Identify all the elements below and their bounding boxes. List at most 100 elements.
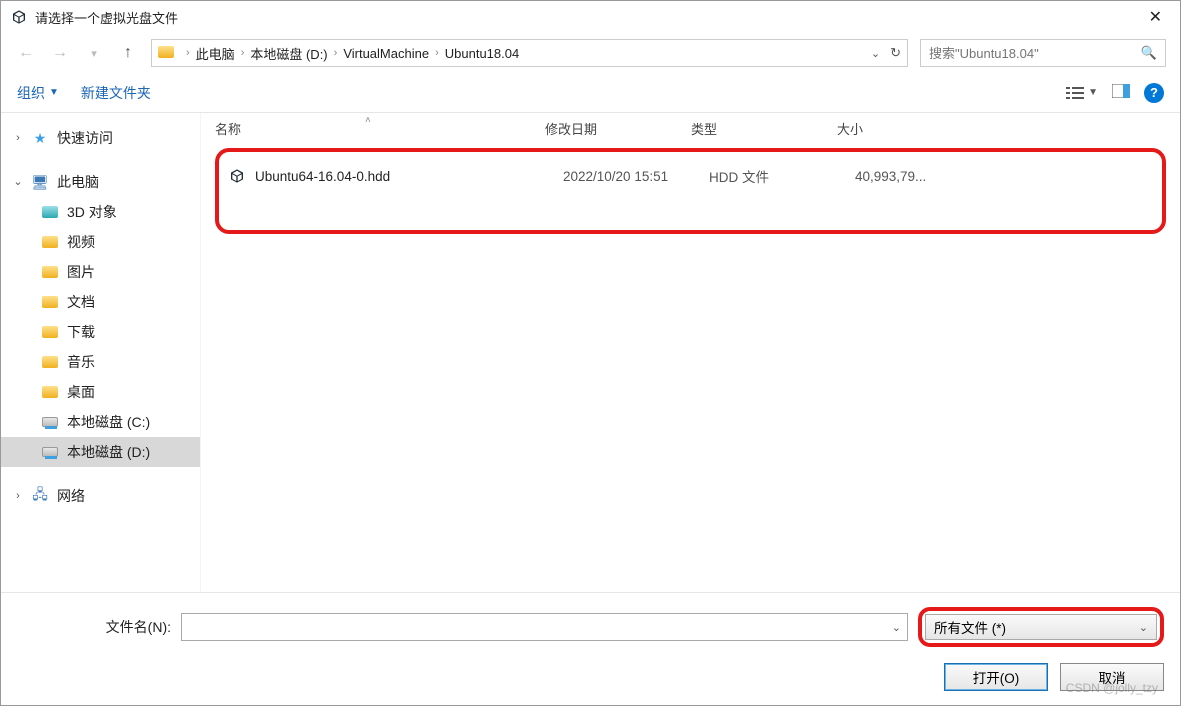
sidebar-label: 本地磁盘 (C:)	[67, 412, 150, 432]
app-cube-icon	[11, 9, 27, 25]
filetype-label: 所有文件 (*)	[934, 617, 1006, 637]
file-row[interactable]: Ubuntu64-16.04-0.hdd 2022/10/20 15:51 HD…	[227, 162, 1154, 190]
drive-icon	[41, 415, 59, 429]
sidebar-label: 快速访问	[57, 128, 113, 148]
organize-button[interactable]: 组织 ▼	[17, 83, 59, 103]
file-date: 2022/10/20 15:51	[563, 169, 709, 184]
file-list-pane: 名称 ˄ 修改日期 类型 大小 Ubuntu64-16.04-0.hdd 202…	[201, 113, 1180, 592]
sidebar-label: 3D 对象	[67, 202, 117, 222]
footer: 文件名(N): ⌄ 所有文件 (*) ⌄ 打开(O) 取消 CSDN @joll…	[1, 592, 1180, 705]
search-box[interactable]: 🔍	[920, 39, 1166, 67]
filename-row: 文件名(N): ⌄ 所有文件 (*) ⌄	[17, 607, 1164, 647]
breadcrumb-sep-icon: ›	[241, 47, 245, 59]
folder-icon	[41, 355, 59, 369]
sidebar-item-downloads[interactable]: 下载	[1, 317, 200, 347]
sidebar-label: 音乐	[67, 352, 95, 372]
sidebar-label: 图片	[67, 262, 95, 282]
address-folder-icon	[158, 46, 174, 61]
breadcrumb-sep-icon: ›	[334, 47, 338, 59]
view-options-icon[interactable]: ▼	[1066, 86, 1098, 100]
sidebar-item-music[interactable]: 音乐	[1, 347, 200, 377]
folder-icon	[41, 235, 59, 249]
search-icon[interactable]: 🔍	[1141, 45, 1157, 61]
sidebar: › ★ 快速访问 ⌄ 🖥 此电脑 3D 对象 视频	[1, 113, 201, 592]
sidebar-item-drive-d[interactable]: 本地磁盘 (D:)	[1, 437, 200, 467]
sort-caret-icon: ˄	[365, 115, 371, 126]
nav-row: ← → ▾ ↑ › 此电脑 › 本地磁盘 (D:) › VirtualMachi…	[1, 33, 1180, 73]
nav-back-icon[interactable]: ←	[15, 44, 37, 62]
sidebar-label: 此电脑	[57, 172, 99, 192]
file-type: HDD 文件	[709, 166, 855, 186]
sidebar-label: 视频	[67, 232, 95, 252]
search-input[interactable]	[929, 46, 1141, 61]
expand-caret-icon: ⌄	[13, 175, 23, 188]
chevron-down-icon: ⌄	[1139, 621, 1148, 634]
sidebar-item-documents[interactable]: 文档	[1, 287, 200, 317]
dialog-body: › ★ 快速访问 ⌄ 🖥 此电脑 3D 对象 视频	[1, 113, 1180, 592]
sidebar-item-pictures[interactable]: 图片	[1, 257, 200, 287]
new-folder-button[interactable]: 新建文件夹	[81, 83, 151, 103]
action-bar: 组织 ▼ 新建文件夹 ▼ ?	[1, 73, 1180, 113]
organize-label: 组织	[17, 83, 45, 103]
sidebar-label: 网络	[57, 486, 85, 506]
pc-icon: 🖥	[31, 175, 49, 189]
file-cube-icon	[229, 168, 245, 184]
breadcrumb-item[interactable]: Ubuntu18.04	[445, 46, 519, 61]
file-name: Ubuntu64-16.04-0.hdd	[255, 169, 563, 184]
breadcrumb-sep-icon: ›	[435, 47, 439, 59]
filename-input[interactable]: ⌄	[181, 613, 908, 641]
folder-icon	[41, 295, 59, 309]
network-icon: 🖧	[31, 489, 49, 503]
sidebar-label: 本地磁盘 (D:)	[67, 442, 150, 462]
breadcrumb-sep-icon: ›	[186, 47, 190, 59]
cancel-button[interactable]: 取消	[1060, 663, 1164, 691]
column-size[interactable]: 大小	[837, 119, 957, 138]
breadcrumb-item[interactable]: 此电脑	[196, 44, 235, 63]
column-type[interactable]: 类型	[691, 119, 837, 138]
column-date[interactable]: 修改日期	[545, 119, 691, 138]
filename-label: 文件名(N):	[91, 617, 171, 637]
sidebar-item-desktop[interactable]: 桌面	[1, 377, 200, 407]
preview-pane-icon[interactable]	[1112, 84, 1130, 101]
window-title: 请选择一个虚拟光盘文件	[35, 8, 178, 27]
sidebar-label: 文档	[67, 292, 95, 312]
expand-caret-icon: ›	[13, 132, 23, 144]
address-dropdown-icon[interactable]: ⌄	[871, 47, 880, 60]
nav-up-icon[interactable]: ↑	[117, 44, 139, 62]
sidebar-item-videos[interactable]: 视频	[1, 227, 200, 257]
new-folder-label: 新建文件夹	[81, 83, 151, 103]
file-dialog-window: 请选择一个虚拟光盘文件 ✕ ← → ▾ ↑ › 此电脑 › 本地磁盘 (D:) …	[0, 0, 1181, 706]
help-icon[interactable]: ?	[1144, 83, 1164, 103]
folder-icon	[41, 325, 59, 339]
chevron-down-icon: ▼	[49, 87, 59, 98]
chevron-down-icon[interactable]: ⌄	[892, 621, 901, 634]
address-refresh-icon[interactable]: ↻	[890, 45, 901, 61]
column-headers: 名称 ˄ 修改日期 类型 大小	[201, 113, 1180, 142]
folder-icon	[41, 265, 59, 279]
breadcrumb-item[interactable]: 本地磁盘 (D:)	[250, 44, 327, 63]
file-size: 40,993,79...	[855, 169, 975, 184]
column-name[interactable]: 名称 ˄	[215, 119, 545, 138]
filetype-highlight: 所有文件 (*) ⌄	[918, 607, 1164, 647]
drive-icon	[41, 445, 59, 459]
breadcrumb-item[interactable]: VirtualMachine	[343, 46, 429, 61]
filetype-dropdown[interactable]: 所有文件 (*) ⌄	[925, 614, 1157, 640]
title-bar: 请选择一个虚拟光盘文件 ✕	[1, 1, 1180, 33]
highlighted-file-area: Ubuntu64-16.04-0.hdd 2022/10/20 15:51 HD…	[215, 148, 1166, 234]
sidebar-item-drive-c[interactable]: 本地磁盘 (C:)	[1, 407, 200, 437]
button-row: 打开(O) 取消 CSDN @jolly_tzy	[17, 663, 1164, 691]
close-button[interactable]: ✕	[1141, 7, 1170, 27]
address-bar[interactable]: › 此电脑 › 本地磁盘 (D:) › VirtualMachine › Ubu…	[151, 39, 908, 67]
sidebar-network[interactable]: › 🖧 网络	[1, 481, 200, 511]
nav-recent-caret-icon[interactable]: ▾	[83, 47, 105, 60]
open-button[interactable]: 打开(O)	[944, 663, 1048, 691]
folder-icon	[41, 385, 59, 399]
sidebar-this-pc[interactable]: ⌄ 🖥 此电脑	[1, 167, 200, 197]
expand-caret-icon: ›	[13, 490, 23, 502]
star-icon: ★	[31, 131, 49, 145]
folder-icon	[41, 205, 59, 219]
sidebar-item-3d[interactable]: 3D 对象	[1, 197, 200, 227]
sidebar-label: 下载	[67, 322, 95, 342]
sidebar-quick-access[interactable]: › ★ 快速访问	[1, 123, 200, 153]
nav-forward-icon[interactable]: →	[49, 44, 71, 62]
